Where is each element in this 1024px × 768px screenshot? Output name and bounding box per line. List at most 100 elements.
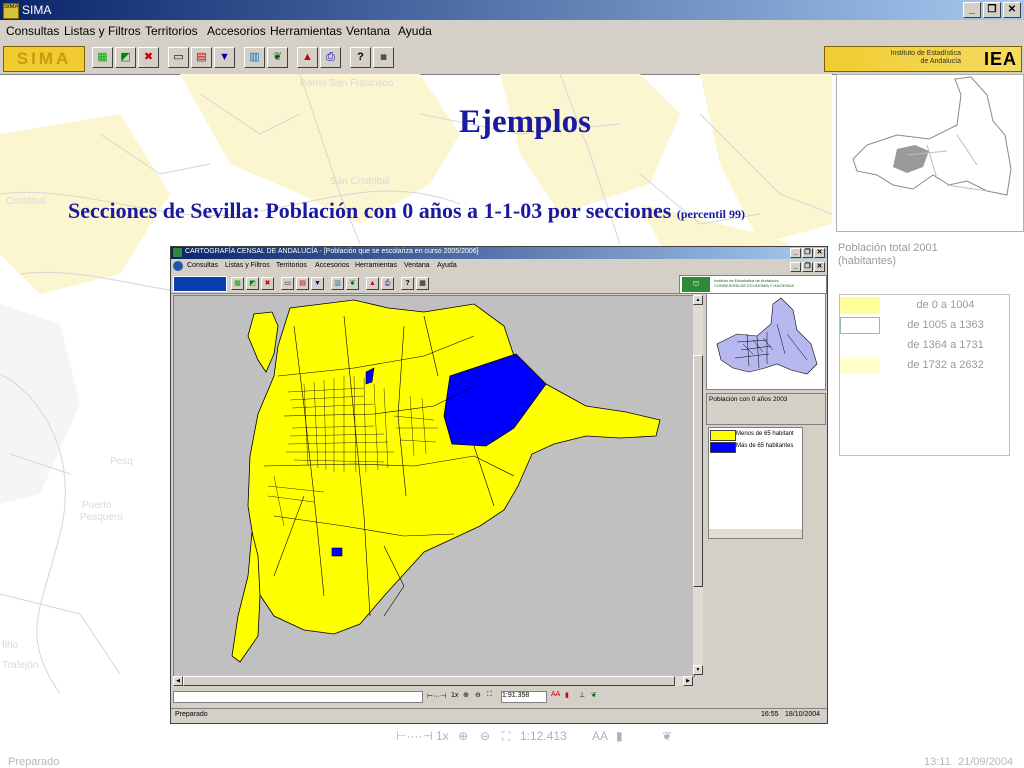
inner-legend-item: Más de 65 habitantes (710, 441, 801, 453)
inner-minimize-button[interactable]: _ (790, 248, 801, 258)
full-extent-icon[interactable]: ⛶ (487, 691, 492, 699)
minimize-button[interactable]: _ (963, 2, 981, 18)
globe-icon (173, 261, 183, 271)
layers-icon[interactable]: ❦ (591, 691, 597, 699)
inner-menu-territorios[interactable]: Territorios (276, 262, 307, 269)
inner-menu-herramientas[interactable]: Herramientas (355, 262, 397, 269)
inner-help-icon[interactable]: ? (401, 277, 414, 290)
overview-map[interactable] (836, 74, 1024, 232)
inner-demo-icon[interactable]: ▦ (416, 277, 429, 290)
map-icon[interactable]: ❦ (267, 47, 288, 68)
inner-restore-button[interactable]: ❐ (802, 248, 813, 258)
inner-chart-icon[interactable]: ▥ (331, 277, 344, 290)
menu-listas-filtros[interactable]: Listas y Filtros (64, 24, 141, 38)
inner-table-icon[interactable]: ▭ (281, 277, 294, 290)
outer-bookmark-icon[interactable]: ▮ (616, 729, 623, 743)
legend-item: de 1732 a 2632 (840, 356, 1009, 375)
inner-edit-layer-icon[interactable]: ◩ (246, 277, 259, 290)
inner-legend-label: Más de 65 habitantes (736, 443, 794, 449)
inner-close-button[interactable]: ✕ (814, 248, 825, 258)
vertical-scroll-thumb[interactable] (693, 355, 703, 587)
zoom-in-icon[interactable]: ⊕ (463, 691, 469, 699)
inner-print-icon[interactable]: ⎙ (381, 277, 394, 290)
outer-zoom-in-icon[interactable]: ⊕ (458, 729, 468, 743)
coordinates-field[interactable] (173, 691, 423, 703)
horizontal-scroll-thumb[interactable] (183, 676, 675, 686)
inner-menu-bar: Consultas Listas y Filtros Territorios A… (171, 260, 827, 273)
scroll-up-icon[interactable]: ▲ (693, 295, 703, 305)
map-horizontal-scrollbar[interactable]: ◀ ▶ (173, 676, 693, 686)
print-icon[interactable]: ⎙ (320, 47, 341, 68)
legend-swatch (840, 297, 880, 314)
outer-text-size-icon[interactable]: AA (592, 729, 608, 743)
doc-close-button[interactable]: ✕ (814, 262, 825, 272)
doc-minimize-button[interactable]: _ (790, 262, 801, 272)
north-arrow-icon[interactable]: ⊥ (579, 691, 585, 699)
svg-text:Barrio San Francisco: Barrio San Francisco (300, 78, 394, 89)
map-vertical-scrollbar[interactable]: ▲ ▼ (693, 295, 703, 675)
legend-horizontal-scrollbar[interactable] (709, 529, 802, 538)
menu-consultas[interactable]: Consultas (6, 24, 59, 38)
inner-map-icon[interactable]: ❦ (346, 277, 359, 290)
inner-menu-accesorios[interactable]: Accesorios (315, 262, 349, 269)
help-icon[interactable]: ? (350, 47, 371, 68)
inner-scale-bar: ⊢···⊣ 1x ⊕ ⊖ ⛶ 1:91.358 AA ▮ ⊥ ❦ (171, 690, 827, 704)
layer-info-panel: Población con 0 años 2003 (706, 393, 826, 425)
inner-delete-layer-icon[interactable]: ✖ (261, 277, 274, 290)
scroll-right-icon[interactable]: ▶ (683, 676, 693, 686)
legend-swatch (840, 357, 880, 374)
outer-zoom-out-icon[interactable]: ⊖ (480, 729, 490, 743)
window-title: SIMA (22, 3, 52, 17)
status-date: 21/09/2004 (958, 756, 1014, 768)
add-layer-icon[interactable]: ▦ (92, 47, 113, 68)
outer-scale-value: 1:12.413 (520, 729, 567, 743)
close-button[interactable]: ✕ (1003, 2, 1021, 18)
legend-swatch (840, 337, 880, 354)
scale-field[interactable]: 1:91.358 (501, 691, 547, 703)
andalucia-map-button[interactable] (173, 276, 227, 292)
bookmark-icon[interactable]: ▮ (565, 691, 569, 699)
table-icon[interactable]: ▭ (168, 47, 189, 68)
inner-menu-consultas[interactable]: Consultas (187, 262, 218, 269)
inner-menu-ayuda[interactable]: Ayuda (437, 262, 457, 269)
inner-pyramid-icon[interactable]: ▲ (366, 277, 379, 290)
svg-text:Cristóbal: Cristóbal (6, 196, 45, 207)
pyramid-icon[interactable]: ▲ (297, 47, 318, 68)
text-size-icon[interactable]: AA (551, 691, 560, 698)
menu-herramientas[interactable]: Herramientas (270, 24, 342, 38)
junta-emblem-icon: ⛫ (682, 277, 710, 292)
filter-icon[interactable]: ▼ (214, 47, 235, 68)
inner-add-layer-icon[interactable]: ▦ (231, 277, 244, 290)
inner-overview-map[interactable] (706, 293, 826, 390)
chart-icon[interactable]: ▥ (244, 47, 265, 68)
menu-ventana[interactable]: Ventana (346, 24, 390, 38)
junta-logo-line2: CONSEJERÍA DE ECONOMÍA Y HACIENDA (714, 283, 795, 288)
doc-restore-button[interactable]: ❐ (802, 262, 813, 272)
outer-zoom-level: 1x (436, 729, 449, 743)
outer-full-extent-icon[interactable]: ⛶ (502, 729, 510, 744)
subtitle-note: (percentil 99) (676, 207, 745, 221)
map-region-north-isle (247, 311, 279, 373)
inner-menu-ventana[interactable]: Ventana (404, 262, 430, 269)
svg-text:San Cristóbal: San Cristóbal (330, 176, 390, 187)
sevilla-sections-map[interactable] (173, 295, 695, 677)
restore-button[interactable]: ❐ (983, 2, 1001, 18)
menu-ayuda[interactable]: Ayuda (398, 24, 432, 38)
delete-layer-icon[interactable]: ✖ (138, 47, 159, 68)
outer-layers-icon[interactable]: ❦ (662, 729, 672, 743)
scroll-down-icon[interactable]: ▼ (693, 665, 703, 675)
menu-accesorios[interactable]: Accesorios (207, 24, 266, 38)
scroll-left-icon[interactable]: ◀ (173, 676, 183, 686)
list-icon[interactable]: ▤ (191, 47, 212, 68)
inner-filter-icon[interactable]: ▼ (311, 277, 324, 290)
edit-layer-icon[interactable]: ◩ (115, 47, 136, 68)
zoom-out-icon[interactable]: ⊖ (475, 691, 481, 699)
status-text: Preparado (8, 756, 60, 768)
demo-icon[interactable]: ▦ (373, 47, 394, 68)
inner-title-bar: CARTOGRAFÍA CENSAL DE ANDALUCÍA - [Pobla… (171, 247, 827, 259)
menu-territorios[interactable]: Territorios (145, 24, 198, 38)
legend-item-label: de 1732 a 2632 (907, 359, 984, 371)
inner-list-icon[interactable]: ▤ (296, 277, 309, 290)
legend-item-label: de 1364 a 1731 (907, 339, 984, 351)
inner-menu-listas-filtros[interactable]: Listas y Filtros (225, 262, 270, 269)
